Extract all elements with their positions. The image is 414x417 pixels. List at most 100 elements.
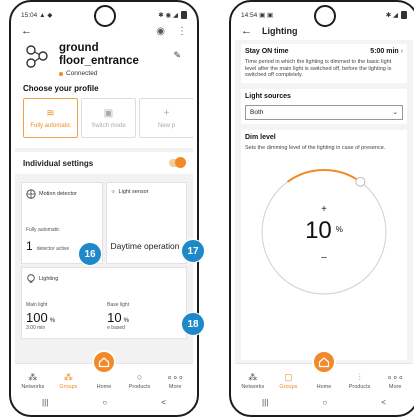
camera-notch (94, 5, 116, 27)
home-icon (98, 357, 110, 368)
tile-title: Lighting (39, 276, 59, 282)
profile-title: Choose your profile (15, 82, 193, 96)
products-icon: ○ (136, 372, 143, 382)
tile-title: Motion detector (39, 191, 77, 197)
overflow-menu-icon[interactable]: ⋮ (177, 26, 187, 37)
profile-new[interactable]: + New p (139, 98, 193, 138)
more-dots-icon: ∘∘∘ (386, 372, 404, 382)
motion-waves-icon: ≋ (46, 107, 55, 119)
individual-settings-row: Individual settings (15, 152, 193, 174)
device-header: ground floor_entrance Connected ✎ (15, 40, 193, 82)
signal-icons: ✱ ◉ ◢ (158, 12, 178, 19)
callout-badge-18: 18 (181, 312, 205, 336)
base-light-mode: e based (107, 325, 125, 331)
home-icon (318, 357, 330, 368)
bottom-nav: ⁂ Networks ⁂ Groups Home ○ Products ∘∘∘ More (15, 350, 193, 393)
plus-icon: + (163, 107, 170, 119)
nav-more[interactable]: ∘∘∘ More (378, 372, 412, 390)
back-arrow-icon[interactable]: ← (21, 25, 32, 37)
edit-pencil-icon[interactable]: ✎ (173, 50, 181, 61)
motion-mode: Fully automatic (26, 227, 60, 233)
tile-title: Light sensor (118, 189, 149, 195)
connection-status: Connected (59, 70, 139, 77)
page-title: Lighting (262, 26, 298, 36)
profile-label: Switch mode (91, 122, 126, 129)
phone-right: 14:54 ▣ ▣ ✱ ◢ ← Lighting Stay ON time 5:… (229, 0, 414, 417)
status-icons: ▣ ▣ (259, 12, 274, 19)
nav-more[interactable]: ∘∘∘ More (158, 372, 192, 390)
light-sensor-tile[interactable]: ☼ Light sensor Daytime operation (105, 182, 187, 264)
detector-count: 1 detector active (26, 239, 70, 253)
nav-networks[interactable]: ⁂ Networks (16, 372, 50, 390)
status-icons: ▲ ◆ (39, 12, 53, 19)
nav-products[interactable]: ⫶ Products (343, 372, 377, 390)
system-home-button[interactable]: ○ (322, 398, 327, 407)
nav-groups[interactable]: ⁂ Groups (51, 372, 85, 390)
light-sources-card: Light sources Both ⌄ (241, 88, 407, 124)
profile-fully-automatic[interactable]: ≋ Fully automatic (23, 98, 78, 138)
dim-level-title: Dim level (245, 133, 276, 141)
dim-level-value: 10% (305, 217, 343, 245)
profile-list: ≋ Fully automatic ▣ Switch mode + New p (15, 96, 193, 148)
lighting-tile[interactable]: Lighting Main light 100% 3:00 min Base l… (21, 267, 187, 339)
light-sources-select[interactable]: Both ⌄ (245, 104, 403, 120)
home-button[interactable] (312, 350, 336, 374)
main-light-time: 3:00 min (26, 325, 46, 331)
profile-label: New p (157, 122, 175, 129)
individual-settings-label: Individual settings (23, 158, 94, 168)
networks-icon: ⁂ (248, 372, 258, 382)
settings-tiles: Motion detector Fully automatic 1 detecto… (15, 174, 193, 339)
chevron-right-icon: › (400, 48, 403, 55)
profile-label: Fully automatic (30, 122, 71, 129)
device-name: ground floor_entrance (59, 42, 139, 67)
callout-badge-17: 17 (181, 239, 205, 263)
light-sensor-value: Daytime operation (110, 241, 180, 251)
battery-icon (181, 11, 187, 19)
dim-level-description: Sets the dimming level of the lighting i… (245, 144, 386, 151)
callout-badge-16: 16 (78, 242, 102, 266)
bulb-icon (27, 274, 35, 283)
device-screen: 15:04 ▲ ◆ ✱ ◉ ◢ ← ◉ ⋮ ground floor_entran… (15, 8, 193, 411)
light-sources-title: Light sources (245, 92, 291, 100)
system-home-button[interactable]: ○ (102, 398, 107, 407)
motion-detector-icon (26, 189, 36, 199)
stay-on-title: Stay ON time (245, 48, 289, 55)
dim-level-card: Dim level Sets the dimming level of the … (241, 129, 407, 360)
camera-notch (314, 5, 336, 27)
network-nodes-icon (23, 42, 51, 75)
sun-icon: ☼ (110, 189, 116, 195)
nav-products[interactable]: ○ Products (123, 372, 157, 390)
home-button[interactable] (92, 350, 116, 374)
dim-dial-knob[interactable] (355, 177, 366, 188)
more-dots-icon: ∘∘∘ (166, 372, 184, 382)
system-back-button[interactable]: < (161, 398, 166, 407)
profile-switch-mode[interactable]: ▣ Switch mode (81, 98, 136, 138)
battery-icon (401, 11, 407, 19)
decrease-button[interactable]: – (249, 252, 399, 263)
system-back-button[interactable]: < (381, 398, 386, 407)
nav-networks[interactable]: ⁂ Networks (236, 372, 270, 390)
light-levels: Main light 100% 3:00 min Base light 10% … (26, 302, 182, 331)
back-arrow-icon[interactable]: ← (241, 25, 252, 37)
base-light: Base light 10% e based (107, 302, 182, 331)
main-light-value: 100 (26, 310, 48, 325)
increase-button[interactable]: + (249, 204, 399, 215)
signal-icons: ✱ ◢ (385, 12, 398, 19)
groups-icon: ⁂ (63, 372, 73, 382)
eye-icon[interactable]: ◉ (156, 26, 165, 37)
networks-icon: ⁂ (28, 372, 38, 382)
nav-home[interactable]: Home (307, 372, 341, 390)
status-time: 15:04 (21, 12, 38, 19)
recent-apps-button[interactable]: ||| (42, 398, 48, 407)
status-time: 14:54 (241, 12, 258, 19)
nav-home[interactable]: Home (87, 372, 121, 390)
status-dot (59, 71, 63, 76)
nav-groups[interactable]: ▢ Groups (271, 372, 305, 390)
individual-settings-toggle[interactable] (169, 157, 186, 168)
bottom-nav: ⁂ Networks ▢ Groups Home ⫶ Products ∘∘∘ More (235, 350, 413, 393)
recent-apps-button[interactable]: ||| (262, 398, 268, 407)
base-light-value: 10 (107, 310, 122, 325)
stay-on-card[interactable]: Stay ON time 5:00 min › Time period in w… (241, 44, 407, 83)
phone-left: 15:04 ▲ ◆ ✱ ◉ ◢ ← ◉ ⋮ ground floor_entran… (9, 0, 199, 417)
dim-level-dial[interactable]: + 10% – (249, 157, 399, 307)
